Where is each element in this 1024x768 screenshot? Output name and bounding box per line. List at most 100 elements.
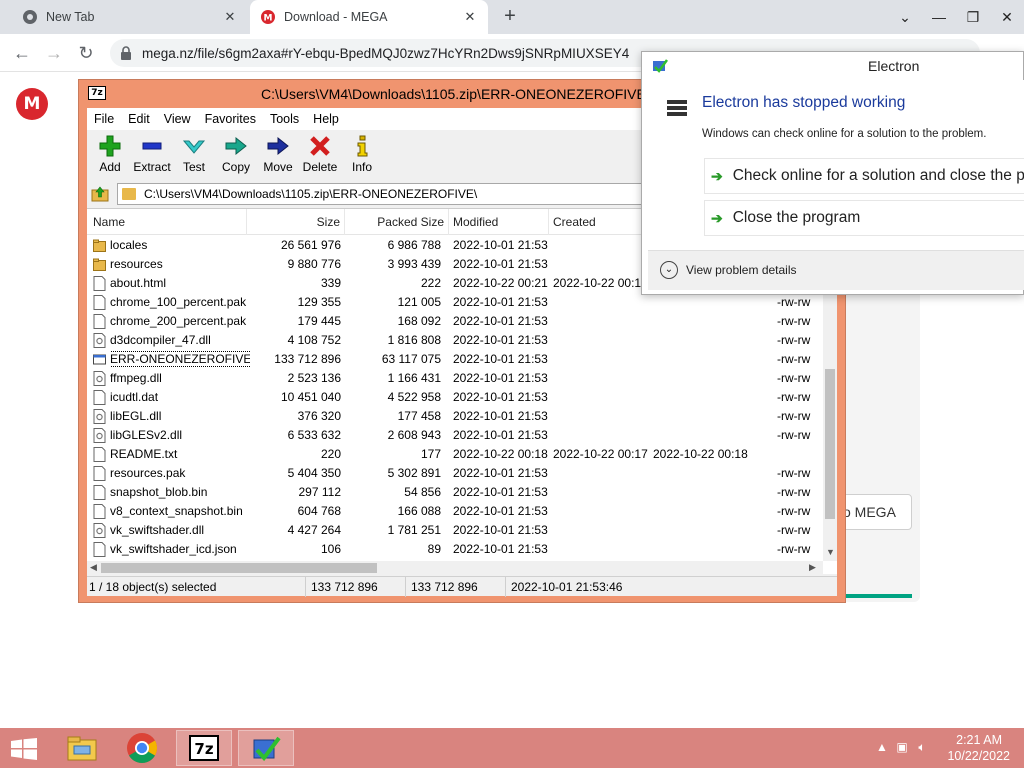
extract-button[interactable]: Extract	[131, 130, 173, 180]
close-icon[interactable]: ✕	[462, 9, 478, 25]
table-row[interactable]: resources.pak 5 404 350 5 302 891 2022-10-0…	[87, 464, 825, 483]
file-icon	[93, 504, 106, 519]
table-row[interactable]: d3dcompiler_47.dll 4 108 752 1 816 808 2022…	[87, 331, 825, 350]
cell-modified: 2022-10-22 00:18	[453, 447, 548, 461]
close-program-button[interactable]: ➔ Close the program	[704, 200, 1024, 236]
reload-icon[interactable]: ↻	[74, 41, 98, 65]
tool-label: Extract	[133, 160, 171, 174]
clock-time[interactable]: 2:21 AM	[956, 733, 1002, 747]
tab-download-mega[interactable]: M Download - MEGA ✕	[250, 0, 488, 34]
chevron-down-icon[interactable]: ⌄	[660, 261, 678, 279]
cell-size: 9 880 776	[287, 257, 341, 271]
path-combobox[interactable]: C:\Users\VM4\Downloads\1105.zip\ERR-ONEO…	[117, 183, 677, 205]
info-button[interactable]: Info	[341, 130, 383, 180]
cell-size: 26 561 976	[280, 238, 341, 252]
cell-attributes: -rw-rw	[777, 314, 811, 328]
menu-help[interactable]: Help	[306, 112, 346, 126]
chrome-icon	[23, 10, 37, 24]
add-button[interactable]: Add	[89, 130, 131, 180]
status-selection: 1 / 18 object(s) selected	[89, 580, 217, 594]
close-icon[interactable]: ✕	[222, 9, 238, 25]
cell-packed-size: 4 522 958	[387, 390, 441, 404]
cell-packed-size: 168 092	[397, 314, 441, 328]
column-header-modified[interactable]: Modified	[449, 209, 549, 235]
menu-file[interactable]: File	[87, 112, 121, 126]
menu-view[interactable]: View	[157, 112, 198, 126]
close-icon[interactable]: ✕	[990, 9, 1024, 26]
cell-modified: 2022-10-01 21:53	[453, 504, 548, 518]
taskbar-7zip[interactable]: 7z	[176, 730, 232, 766]
table-row[interactable]: README.txt 220 177 2022-10-22 00:18 2022-10-…	[87, 445, 825, 464]
file-icon	[93, 276, 106, 291]
scroll-down-icon[interactable]: ▼	[826, 547, 835, 557]
scroll-thumb[interactable]	[825, 369, 835, 519]
minimize-icon[interactable]: —	[922, 9, 956, 25]
tray-chevron-up-icon[interactable]: ▲	[874, 740, 890, 756]
copy-button[interactable]: Copy	[215, 130, 257, 180]
table-row[interactable]: ERR-ONEONEZEROFIVE.... 133 712 896 63 117 …	[87, 350, 825, 369]
cell-accessed	[653, 540, 753, 559]
cell-accessed	[653, 369, 753, 388]
back-arrow-icon[interactable]: ←	[10, 41, 34, 65]
table-row[interactable]: vk_swiftshader_icd.json 106 89 2022-10-01 2…	[87, 540, 825, 559]
mega-button[interactable]: o MEGA	[836, 494, 912, 530]
column-header-created[interactable]: Created	[549, 209, 649, 235]
horizontal-scrollbar[interactable]: ◀ ▶	[87, 561, 823, 575]
check-online-button[interactable]: ➔ Check online for a solution and close …	[704, 158, 1024, 194]
table-row[interactable]: snapshot_blob.bin 297 112 54 856 2022-10-01…	[87, 483, 825, 502]
download-progress-bar	[840, 594, 912, 598]
table-row[interactable]: v8_context_snapshot.bin 604 768 166 088 202…	[87, 502, 825, 521]
column-header-name[interactable]: Name	[87, 209, 247, 235]
menu-favorites[interactable]: Favorites	[198, 112, 263, 126]
table-row[interactable]: chrome_100_percent.pak 129 355 121 005 2022…	[87, 293, 825, 312]
column-header-size[interactable]: Size	[247, 209, 345, 235]
tab-new-tab[interactable]: New Tab ✕	[12, 0, 248, 34]
test-button[interactable]: Test	[173, 130, 215, 180]
lock-icon	[121, 46, 131, 60]
windows-start-icon[interactable]	[10, 738, 38, 760]
column-header-packed-size[interactable]: Packed Size	[345, 209, 449, 235]
scroll-right-icon[interactable]: ▶	[809, 562, 816, 573]
restore-icon[interactable]: ❐	[956, 9, 990, 26]
cell-attributes: -rw-rw	[777, 371, 811, 385]
dialog-content: Electron has stopped working Windows can…	[648, 80, 1024, 290]
scroll-thumb[interactable]	[101, 563, 377, 573]
chevron-down-icon[interactable]: ⌄	[888, 9, 922, 26]
menu-tools[interactable]: Tools	[263, 112, 306, 126]
table-row[interactable]: icudtl.dat 10 451 040 4 522 958 2022-10-01 …	[87, 388, 825, 407]
delete-button[interactable]: Delete	[299, 130, 341, 180]
taskbar-electron-app[interactable]	[238, 730, 294, 766]
mega-logo[interactable]: M	[16, 88, 48, 120]
folder-icon	[93, 238, 106, 253]
cell-size: 133 712 896	[274, 352, 341, 366]
cell-created	[553, 369, 653, 388]
new-tab-button[interactable]: +	[498, 5, 522, 29]
view-details-link[interactable]: View problem details	[686, 263, 797, 277]
network-icon[interactable]: ▣	[894, 740, 910, 756]
table-row[interactable]: ffmpeg.dll 2 523 136 1 166 431 2022-10-01 2…	[87, 369, 825, 388]
volume-icon[interactable]: 🔈︎	[914, 740, 930, 756]
scroll-left-icon[interactable]: ◀	[90, 562, 97, 573]
move-button[interactable]: Move	[257, 130, 299, 180]
forward-arrow-icon[interactable]: →	[42, 41, 66, 65]
table-row[interactable]: libGLESv2.dll 6 533 632 2 608 943 2022-10-0…	[87, 426, 825, 445]
browser-tab-strip: New Tab ✕ M Download - MEGA ✕ + ⌄ — ❐ ✕	[0, 0, 1024, 34]
dialog-title-bar[interactable]: Electron	[642, 52, 1023, 80]
error-dialog: Electron Electron has stopped working Wi…	[641, 51, 1024, 295]
folder-up-icon[interactable]	[91, 185, 109, 203]
cell-accessed	[653, 293, 753, 312]
clock-date[interactable]: 10/22/2022	[947, 749, 1010, 763]
mega-icon: M	[261, 10, 275, 24]
taskbar-file-explorer[interactable]	[54, 730, 110, 766]
cell-packed-size: 63 117 075	[381, 352, 441, 366]
cell-size: 179 445	[297, 314, 341, 328]
menu-edit[interactable]: Edit	[121, 112, 157, 126]
cell-accessed	[653, 426, 753, 445]
cell-modified: 2022-10-01 21:53	[453, 390, 548, 404]
table-row[interactable]: libEGL.dll 376 320 177 458 2022-10-01 21:53…	[87, 407, 825, 426]
taskbar-chrome[interactable]	[114, 730, 170, 766]
cell-name: README.txt	[110, 447, 178, 461]
table-row[interactable]: chrome_200_percent.pak 179 445 168 092 2022…	[87, 312, 825, 331]
table-row[interactable]: vk_swiftshader.dll 4 427 264 1 781 251 2022…	[87, 521, 825, 540]
cell-accessed	[653, 350, 753, 369]
